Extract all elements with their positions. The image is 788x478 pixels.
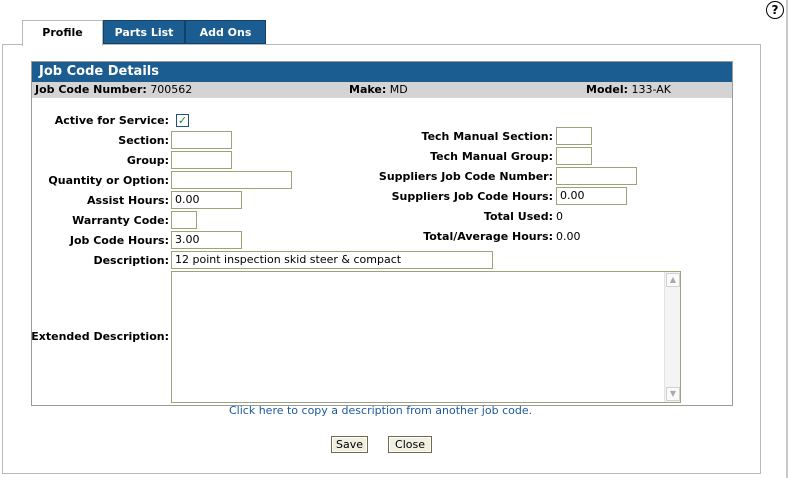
section-field[interactable] — [171, 131, 232, 149]
job-code-info-bar: Job Code Number: 700562 Make: MD Model: … — [32, 82, 732, 98]
suppliers-job-code-number-label: Suppliers Job Code Number: — [378, 170, 553, 183]
model-info: Model: 133-AK — [586, 83, 671, 96]
description-field[interactable]: 12 point inspection skid steer & compact — [171, 251, 493, 269]
scroll-up-icon[interactable]: ▲ — [666, 273, 680, 287]
warranty-code-field[interactable] — [171, 211, 197, 229]
assist-hours-label: Assist Hours: — [87, 194, 169, 207]
tab-profile[interactable]: Profile — [22, 20, 103, 46]
tech-manual-group-field[interactable] — [556, 147, 592, 165]
make-info: Make: MD — [349, 83, 408, 96]
group-field[interactable] — [171, 151, 232, 169]
tab-parts-list[interactable]: Parts List — [103, 20, 185, 44]
suppliers-job-code-hours-field[interactable]: 0.00 — [556, 187, 627, 205]
quantity-or-option-label: Quantity or Option: — [48, 174, 169, 187]
section-label: Section: — [118, 134, 169, 147]
tech-manual-section-field[interactable] — [556, 127, 592, 145]
active-for-service-checkbox[interactable]: ✓ — [176, 114, 189, 127]
warranty-code-label: Warranty Code: — [72, 214, 169, 227]
job-code-number-info: Job Code Number: 700562 — [35, 83, 193, 96]
total-used-label: Total Used: — [483, 210, 553, 223]
assist-hours-field[interactable]: 0.00 — [171, 191, 242, 209]
save-button[interactable]: Save — [331, 436, 368, 453]
active-for-service-label: Active for Service: — [54, 114, 169, 127]
job-code-hours-label: Job Code Hours: — [69, 234, 169, 247]
help-icon[interactable]: ? — [766, 1, 784, 19]
section-title: Job Code Details — [32, 62, 732, 82]
extended-description-textarea[interactable]: ▲ ▼ — [171, 271, 681, 403]
total-average-hours-value: 0.00 — [556, 230, 581, 243]
tab-add-ons[interactable]: Add Ons — [185, 20, 266, 44]
copy-description-link[interactable]: Click here to copy a description from an… — [229, 404, 532, 417]
total-used-value: 0 — [556, 210, 563, 223]
textarea-scrollbar[interactable]: ▲ ▼ — [664, 272, 680, 402]
tech-manual-section-label: Tech Manual Section: — [421, 130, 553, 143]
tech-manual-group-label: Tech Manual Group: — [430, 150, 553, 163]
quantity-or-option-field[interactable] — [171, 171, 292, 189]
suppliers-job-code-number-field[interactable] — [556, 167, 637, 185]
suppliers-job-code-hours-label: Suppliers Job Code Hours: — [391, 190, 553, 203]
job-code-hours-field[interactable]: 3.00 — [171, 231, 242, 249]
total-average-hours-label: Total/Average Hours: — [423, 230, 553, 243]
description-label: Description: — [93, 254, 169, 267]
group-label: Group: — [126, 154, 169, 167]
extended-description-label: Extended Description: — [31, 330, 169, 343]
scroll-down-icon[interactable]: ▼ — [666, 387, 680, 401]
close-button[interactable]: Close — [388, 436, 432, 453]
